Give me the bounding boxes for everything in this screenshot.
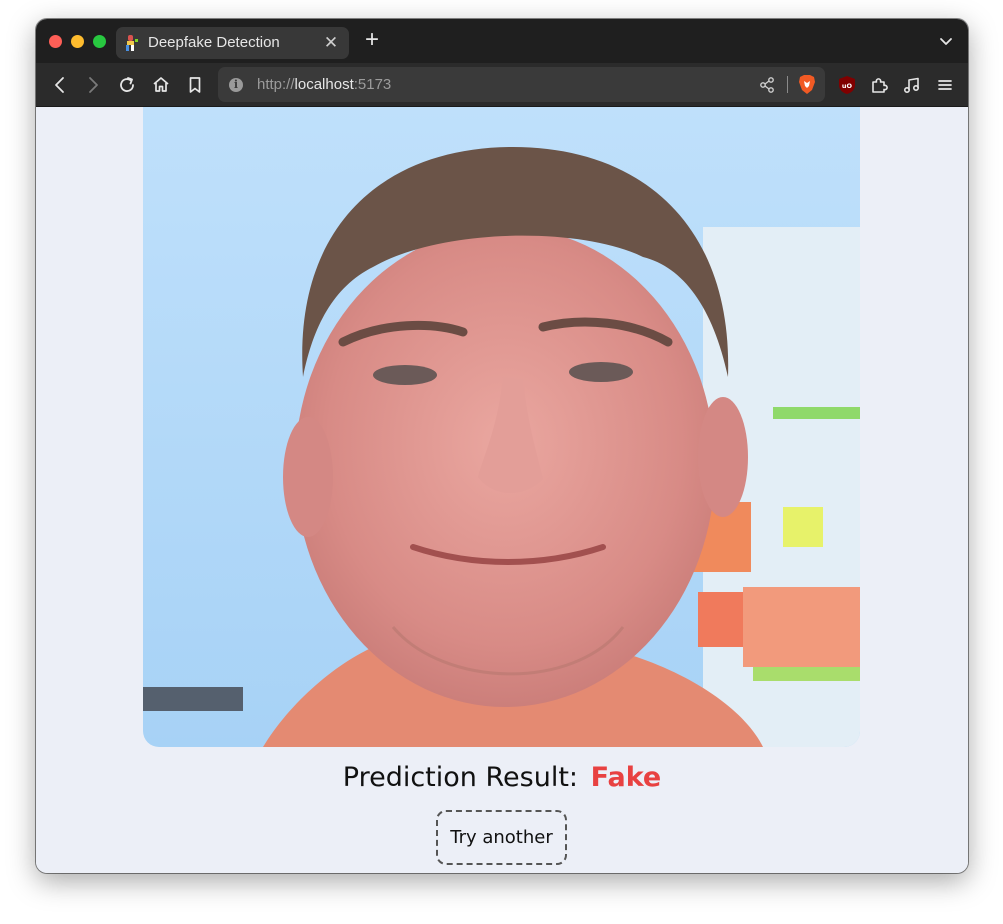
tab-bar: Deepfake Detection ✕ + [36, 19, 968, 63]
bookmark-icon[interactable] [184, 74, 206, 96]
face-photo-illustration [143, 107, 860, 747]
browser-tab[interactable]: Deepfake Detection ✕ [116, 27, 349, 59]
close-icon[interactable]: ✕ [321, 33, 341, 53]
try-another-button[interactable]: Try another [436, 810, 567, 865]
ublock-origin-icon[interactable]: uO [838, 75, 856, 95]
chevron-down-icon[interactable] [938, 33, 954, 49]
window-minimize-button[interactable] [71, 35, 84, 48]
divider [787, 76, 788, 93]
face-photo [143, 107, 860, 747]
media-music-icon[interactable] [901, 74, 923, 96]
home-icon[interactable] [150, 74, 172, 96]
prediction-result: Prediction Result: Fake [36, 762, 968, 793]
app-favicon-icon [126, 35, 138, 51]
address-bar[interactable]: i http://localhost:5173 [218, 67, 825, 102]
extensions-puzzle-icon[interactable] [868, 74, 890, 96]
reload-icon[interactable] [116, 74, 138, 96]
url-scheme: http:// [257, 76, 295, 93]
navigation-toolbar: i http://localhost:5173 uO [36, 63, 968, 107]
browser-window: Deepfake Detection ✕ + i http://localhos… [36, 19, 968, 873]
brave-shields-icon[interactable] [798, 74, 816, 95]
url-host: localhost [294, 76, 354, 93]
site-info-icon[interactable]: i [229, 78, 243, 92]
plus-icon[interactable]: + [361, 28, 383, 52]
share-icon[interactable] [758, 76, 776, 94]
tab-title: Deepfake Detection [148, 34, 280, 51]
menu-icon[interactable] [934, 74, 956, 96]
prediction-value: Fake [590, 762, 662, 793]
back-arrow-icon[interactable] [49, 74, 71, 96]
url-port: :5173 [353, 76, 392, 93]
url-text[interactable]: http://localhost:5173 [257, 76, 391, 93]
forward-arrow-icon[interactable] [82, 74, 104, 96]
window-maximize-button[interactable] [93, 35, 106, 48]
window-close-button[interactable] [49, 35, 62, 48]
svg-text:uO: uO [842, 82, 853, 90]
prediction-label: Prediction Result: [342, 762, 579, 793]
page-content: Prediction Result: Fake Try another [36, 107, 968, 873]
